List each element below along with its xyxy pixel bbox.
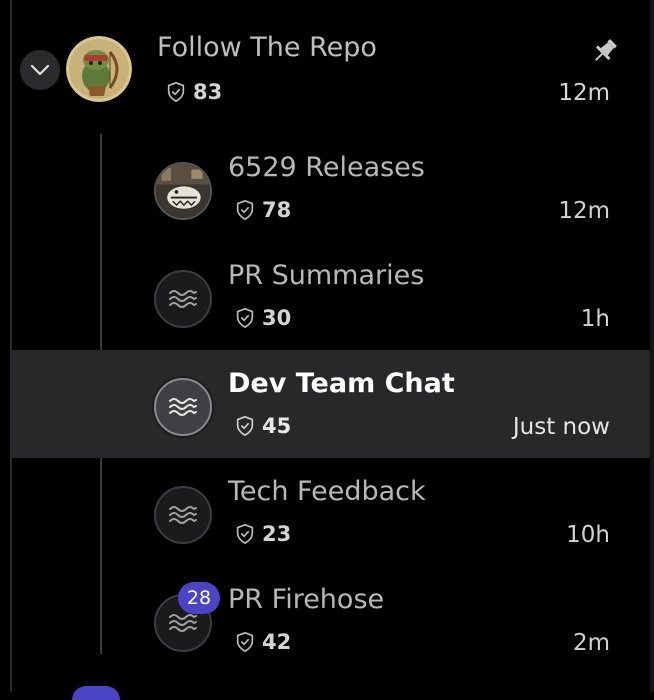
wave-icon xyxy=(169,506,197,524)
group-name: Follow The Repo xyxy=(157,32,377,63)
channel-member-count: 78 xyxy=(262,198,292,222)
shield-check-icon xyxy=(236,632,254,652)
channel-time: 12m xyxy=(558,198,610,224)
channel-meta: 78 xyxy=(234,198,291,222)
channel-member-count: 42 xyxy=(262,630,292,654)
pin-icon[interactable] xyxy=(590,36,620,66)
group-member-count: 83 xyxy=(193,80,223,104)
collapse-group-button[interactable] xyxy=(20,50,60,90)
channel-member-count: 23 xyxy=(262,522,292,546)
channel-time: 1h xyxy=(580,306,610,332)
group-meta: 83 xyxy=(165,80,222,104)
channel-avatar xyxy=(154,162,212,220)
channel-avatar xyxy=(154,270,212,328)
wave-icon xyxy=(169,614,197,632)
channel-row-pr-summaries[interactable]: PR Summaries 30 1h xyxy=(12,242,650,350)
wave-icon xyxy=(169,398,197,416)
shield-check-icon xyxy=(236,416,254,436)
channel-name: 6529 Releases xyxy=(228,152,425,183)
channel-row-6529-releases[interactable]: 6529 Releases 78 12m xyxy=(12,134,650,242)
chevron-down-icon xyxy=(30,64,50,76)
channel-name: Tech Feedback xyxy=(228,476,426,507)
channel-meta: 42 xyxy=(234,630,291,654)
wave-icon xyxy=(169,290,197,308)
channel-member-count: 30 xyxy=(262,306,292,330)
shield-check-icon xyxy=(236,200,254,220)
group-avatar xyxy=(66,36,132,102)
channel-row-pr-firehose[interactable]: 28 PR Firehose 42 2m xyxy=(12,566,650,674)
shield-check-icon xyxy=(167,82,185,102)
channel-time: 2m xyxy=(572,630,610,656)
channel-meta: 30 xyxy=(234,306,291,330)
channel-name: PR Firehose xyxy=(228,584,385,615)
next-item-avatar-peek xyxy=(72,686,120,700)
channel-meta: 45 xyxy=(234,414,291,438)
channel-time: Just now xyxy=(512,414,610,440)
channel-row-tech-feedback[interactable]: Tech Feedback 23 10h xyxy=(12,458,650,566)
channel-time: 10h xyxy=(566,522,610,548)
channel-name: PR Summaries xyxy=(228,260,425,291)
channel-avatar xyxy=(154,486,212,544)
group-row-follow-the-repo[interactable]: Follow The Repo 83 12m xyxy=(12,20,650,120)
channel-meta: 23 xyxy=(234,522,291,546)
scrollbar-track[interactable] xyxy=(650,0,654,692)
unread-badge: 28 xyxy=(178,582,220,614)
channel-row-dev-team-chat[interactable]: Dev Team Chat 45 Just now xyxy=(12,350,650,458)
shield-check-icon xyxy=(236,524,254,544)
channel-name: Dev Team Chat xyxy=(228,368,455,399)
shield-check-icon xyxy=(236,308,254,328)
group-time: 12m xyxy=(558,80,610,106)
channel-avatar xyxy=(154,378,212,436)
channel-member-count: 45 xyxy=(262,414,292,438)
